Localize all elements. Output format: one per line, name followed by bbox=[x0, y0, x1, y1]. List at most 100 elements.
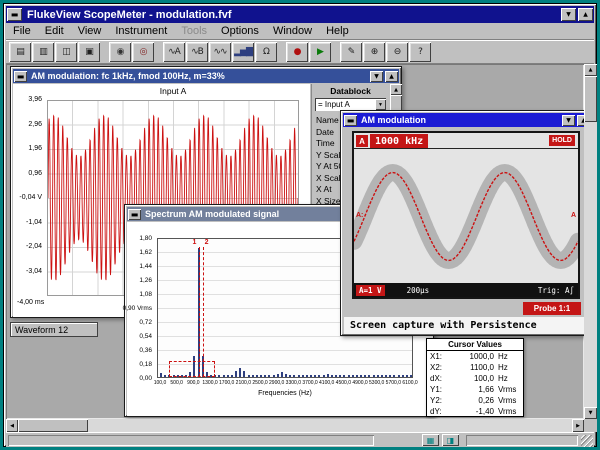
channel-a-right-marker: A bbox=[571, 212, 576, 219]
menu-window[interactable]: Window bbox=[266, 24, 319, 38]
menu-options[interactable]: Options bbox=[214, 24, 266, 38]
spectrum-y-tick: 0,00 bbox=[139, 375, 152, 382]
channel-a-badge: A bbox=[356, 135, 368, 147]
chevron-down-icon[interactable]: ▼ bbox=[375, 99, 386, 110]
child-control-menu-button[interactable]: ▬ bbox=[344, 115, 357, 126]
menu-file[interactable]: File bbox=[6, 24, 38, 38]
cursor-value-label: dX: bbox=[430, 374, 446, 383]
print-preview-button[interactable]: ▣ bbox=[78, 42, 100, 62]
spectrum-y-tick: 1,80 bbox=[139, 235, 152, 242]
spectrum-x-tick: 4900,0 bbox=[352, 380, 367, 386]
scroll-up-button[interactable]: ▲ bbox=[390, 84, 402, 95]
menu-instrument[interactable]: Instrument bbox=[108, 24, 174, 38]
scope-caption: Screen capture with Persistence bbox=[344, 317, 584, 334]
scroll-up-icon: ▲ bbox=[394, 87, 398, 93]
cursor-value-label: Y2: bbox=[430, 396, 446, 405]
minimize-icon: ▼ bbox=[566, 117, 571, 124]
scope-window-title: AM modulation bbox=[359, 115, 560, 125]
zoom-out-button[interactable]: ⊖ bbox=[386, 42, 408, 62]
spectrum-x-tick: 6100,0 bbox=[402, 380, 417, 386]
cursor-value-unit: Hz bbox=[494, 363, 520, 372]
waveform-b-button[interactable]: ∿B bbox=[186, 42, 208, 62]
waveform-y-tick: -3,04 bbox=[26, 268, 42, 275]
waveform-window-titlebar[interactable]: ▬ AM modulation: fc 1kHz, fmod 100Hz, m=… bbox=[13, 69, 399, 83]
scope-capture-window[interactable]: ▬ AM modulation ▼ ▲ A 1000 kHz HOLD A: bbox=[340, 110, 584, 336]
resize-grip[interactable] bbox=[581, 435, 593, 447]
toolbar-separator bbox=[332, 42, 339, 62]
print-button[interactable]: ◫ bbox=[55, 42, 77, 62]
scrollbar-thumb[interactable] bbox=[18, 419, 88, 432]
cursor-value-number: 1000,0 bbox=[446, 352, 494, 361]
datablock-title: Datablock bbox=[312, 84, 389, 96]
meter-reading-button[interactable]: Ω bbox=[255, 42, 277, 62]
child-minimize-button[interactable]: ▼ bbox=[562, 115, 575, 126]
cursor-marker-2[interactable]: 2 bbox=[205, 239, 209, 246]
timebase-label: 200μs bbox=[407, 286, 430, 295]
hold-badge: HOLD bbox=[549, 135, 575, 146]
waveform-a-button[interactable]: ∿A bbox=[163, 42, 185, 62]
waveform-window-title: AM modulation: fc 1kHz, fmod 100Hz, m=33… bbox=[29, 71, 368, 81]
menu-bar: FileEditViewInstrumentToolsOptionsWindow… bbox=[6, 23, 594, 40]
scope-window-titlebar[interactable]: ▬ AM modulation ▼ ▲ bbox=[343, 113, 584, 127]
spectrum-x-tick: 900,0 bbox=[187, 380, 200, 386]
status-bar: ▦◨ bbox=[6, 432, 594, 447]
scroll-left-button[interactable]: ◀ bbox=[6, 419, 18, 432]
multimeter-status-icon[interactable]: ◨ bbox=[442, 434, 459, 446]
replay-button[interactable]: ▶ bbox=[309, 42, 331, 62]
scroll-up-icon: ▲ bbox=[589, 67, 593, 73]
control-menu-icon: ▬ bbox=[347, 116, 355, 125]
notes-button[interactable]: ✎ bbox=[340, 42, 362, 62]
menu-view[interactable]: View bbox=[71, 24, 109, 38]
scroll-left-icon: ◀ bbox=[10, 423, 14, 429]
save-button[interactable]: ▥ bbox=[32, 42, 54, 62]
control-menu-button[interactable]: ▬ bbox=[7, 8, 22, 21]
child-minimize-button[interactable]: ▼ bbox=[370, 71, 383, 82]
dropdown-icon: ▼ bbox=[378, 102, 383, 108]
probe-badge: Probe 1:1 bbox=[523, 302, 581, 315]
application-window: ▬ FlukeView ScopeMeter - modulation.fvf … bbox=[3, 3, 597, 447]
title-bar[interactable]: ▬ FlukeView ScopeMeter - modulation.fvf … bbox=[6, 6, 594, 23]
minimize-button[interactable]: ▼ bbox=[561, 8, 576, 21]
record-button[interactable]: ● bbox=[286, 42, 308, 62]
child-maximize-button[interactable]: ▲ bbox=[577, 115, 584, 126]
spectrum-cursor-line[interactable] bbox=[203, 247, 204, 377]
cursor-values-panel: Cursor Values X1:1000,0HzX2:1100,0HzdX:1… bbox=[426, 338, 524, 417]
scopemeter-status-icon[interactable]: ▦ bbox=[422, 434, 439, 446]
child-maximize-button[interactable]: ▲ bbox=[385, 71, 398, 82]
minimized-waveform-window[interactable]: Waveform 12 bbox=[10, 322, 98, 337]
child-control-menu-button[interactable]: ▬ bbox=[14, 71, 27, 82]
waveform-y-tick: 0,96 bbox=[28, 170, 42, 177]
cursor-value-number: 1100,0 bbox=[446, 363, 494, 372]
capture-waveform-button[interactable]: ◎ bbox=[132, 42, 154, 62]
cursor-value-unit: Vrms bbox=[494, 396, 520, 405]
spectrum-button[interactable]: ▂▅▇ bbox=[232, 42, 254, 62]
scroll-up-button[interactable]: ▲ bbox=[584, 64, 597, 76]
menu-edit[interactable]: Edit bbox=[38, 24, 71, 38]
scroll-down-button[interactable]: ▼ bbox=[584, 407, 597, 419]
toolbar-separator bbox=[278, 42, 285, 62]
scroll-right-icon: ▶ bbox=[576, 423, 580, 429]
maximize-button[interactable]: ▲ bbox=[578, 8, 593, 21]
waveform-plot-title: Input A bbox=[47, 86, 299, 96]
cursor-marker-1[interactable]: 1 bbox=[193, 239, 197, 246]
open-button[interactable]: ▤ bbox=[9, 42, 31, 62]
scroll-right-button[interactable]: ▶ bbox=[572, 419, 584, 432]
spectrum-x-tick: 4500,0 bbox=[336, 380, 351, 386]
child-control-menu-button[interactable]: ▬ bbox=[128, 209, 141, 220]
zoom-in-button[interactable]: ⊕ bbox=[363, 42, 385, 62]
help-button[interactable]: ? bbox=[409, 42, 431, 62]
trigger-label: Trig: A∫ bbox=[538, 286, 574, 295]
spectrum-x-tick: 3700,0 bbox=[302, 380, 317, 386]
cursor-value-number: -1,40 bbox=[446, 407, 494, 416]
spectrum-x-tick: 2100,0 bbox=[236, 380, 251, 386]
horizontal-scrollbar[interactable]: ◀ ▶ bbox=[6, 419, 584, 432]
cursor-value-unit: Vrms bbox=[494, 385, 520, 394]
waveform-ab-button[interactable]: ∿∿ bbox=[209, 42, 231, 62]
menu-help[interactable]: Help bbox=[319, 24, 356, 38]
spectrum-cursor-line[interactable] bbox=[199, 247, 200, 377]
vertical-scrollbar[interactable]: ▲ ▼ bbox=[584, 64, 597, 419]
screen-capture-button[interactable]: ◉ bbox=[109, 42, 131, 62]
toolbar-separator bbox=[101, 42, 108, 62]
cursor-value-unit: Vrms bbox=[494, 407, 520, 416]
scrollbar-thumb[interactable] bbox=[584, 76, 597, 122]
